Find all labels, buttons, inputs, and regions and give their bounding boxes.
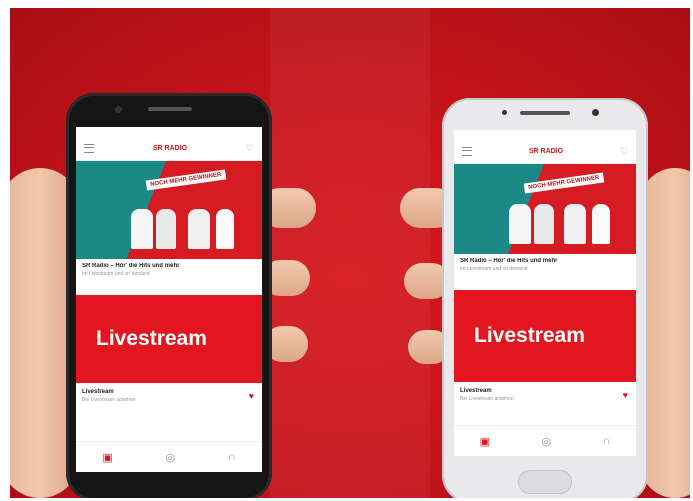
phone-screen: SR RADIO ♡ NOCH MEHR GEWINNER SR Radio –… bbox=[76, 127, 262, 472]
background-glow bbox=[270, 8, 430, 498]
app-title: SR RADIO bbox=[152, 144, 188, 152]
sensor-icon bbox=[502, 110, 507, 115]
featured-caption[interactable]: SR Radio – Hör' die Hits und mehr Im Liv… bbox=[454, 254, 636, 290]
home-button[interactable] bbox=[518, 470, 572, 494]
livestream-label: Livestream bbox=[96, 327, 207, 350]
featured-title: SR Radio – Hör' die Hits und mehr bbox=[82, 263, 180, 269]
app-header: SR RADIO ♡ bbox=[76, 136, 262, 161]
radio-icon[interactable]: ▣ bbox=[102, 451, 112, 464]
list-item[interactable]: Livestream Bei Livestream ansehen ♥ bbox=[76, 383, 262, 425]
front-camera-icon bbox=[115, 106, 122, 113]
photo-scene: SR RADIO ♡ NOCH MEHR GEWINNER SR Radio –… bbox=[10, 8, 690, 498]
tab-bar: ▣ ◎ ∩ bbox=[76, 441, 262, 472]
featured-caption[interactable]: SR Radio – Hör' die Hits und mehr Im Liv… bbox=[76, 259, 262, 295]
list-item[interactable]: Livestream Bei Livestream ansehen ♥ bbox=[454, 382, 636, 424]
banner-person bbox=[131, 209, 153, 249]
heart-icon[interactable]: ♡ bbox=[620, 146, 628, 157]
item-title: Livestream bbox=[460, 388, 492, 394]
favorite-icon[interactable]: ♥ bbox=[623, 390, 628, 400]
featured-subtitle: Im Livestream und on demand bbox=[460, 266, 528, 272]
front-camera-icon bbox=[592, 109, 599, 116]
banner-person bbox=[564, 204, 586, 244]
status-bar bbox=[454, 130, 636, 139]
featured-title: SR Radio – Hör' die Hits und mehr bbox=[460, 258, 558, 264]
white-smartphone: SR RADIO ♡ NOCH MEHR GEWINNER SR Radio –… bbox=[442, 98, 648, 498]
status-bar bbox=[76, 127, 262, 136]
promo-banner[interactable]: NOCH MEHR GEWINNER bbox=[76, 161, 262, 259]
livestream-card[interactable]: Livestream bbox=[454, 290, 636, 382]
speaker-grille bbox=[520, 111, 570, 115]
headphones-icon[interactable]: ∩ bbox=[228, 451, 236, 463]
banner-person bbox=[156, 209, 176, 249]
item-subtitle: Bei Livestream ansehen bbox=[82, 397, 136, 403]
tab-bar: ▣ ◎ ∩ bbox=[454, 425, 636, 456]
banner-person bbox=[534, 204, 554, 244]
phone-screen: SR RADIO ♡ NOCH MEHR GEWINNER SR Radio –… bbox=[454, 130, 636, 456]
livestream-card[interactable]: Livestream bbox=[76, 295, 262, 383]
banner-person bbox=[592, 204, 610, 244]
app-title: SR RADIO bbox=[528, 147, 564, 155]
banner-person bbox=[216, 209, 234, 249]
menu-icon[interactable] bbox=[84, 143, 94, 153]
black-smartphone: SR RADIO ♡ NOCH MEHR GEWINNER SR Radio –… bbox=[66, 93, 272, 498]
menu-icon[interactable] bbox=[462, 146, 472, 156]
headphones-icon[interactable]: ∩ bbox=[602, 435, 610, 447]
radio-icon[interactable]: ▣ bbox=[480, 435, 490, 448]
featured-subtitle: Im Livestream und on demand bbox=[82, 271, 150, 277]
banner-person bbox=[188, 209, 210, 249]
heart-icon[interactable]: ♡ bbox=[246, 143, 254, 154]
banner-person bbox=[509, 204, 531, 244]
promo-banner[interactable]: NOCH MEHR GEWINNER bbox=[454, 164, 636, 254]
item-subtitle: Bei Livestream ansehen bbox=[460, 396, 514, 402]
globe-icon[interactable]: ◎ bbox=[541, 435, 551, 448]
favorite-icon[interactable]: ♥ bbox=[249, 391, 254, 401]
livestream-label: Livestream bbox=[474, 324, 585, 347]
item-title: Livestream bbox=[82, 389, 114, 395]
speaker-grille bbox=[148, 107, 192, 111]
globe-icon[interactable]: ◎ bbox=[165, 451, 175, 464]
app-header: SR RADIO ♡ bbox=[454, 139, 636, 164]
